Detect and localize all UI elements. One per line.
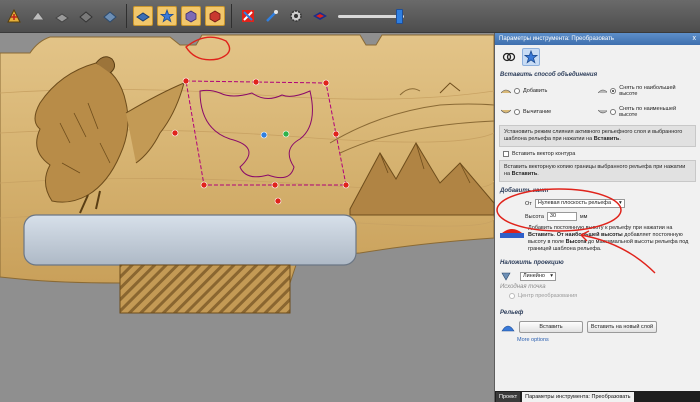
tab-project[interactable]: Проект bbox=[496, 392, 521, 402]
slider-thumb[interactable] bbox=[396, 9, 403, 24]
resize-handle[interactable] bbox=[252, 78, 260, 86]
toolbar-separator bbox=[126, 4, 127, 28]
star-icon[interactable] bbox=[157, 6, 177, 26]
relief-scene bbox=[0, 34, 494, 314]
center-handle[interactable] bbox=[260, 131, 268, 139]
resize-handle[interactable] bbox=[271, 181, 279, 189]
view-icon[interactable] bbox=[28, 6, 48, 26]
toggle-layer-icon[interactable] bbox=[133, 6, 153, 26]
split-icon[interactable] bbox=[238, 6, 258, 26]
tool-settings-panel: Параметры инструмента: Преобразовать x В… bbox=[494, 33, 700, 402]
red-arrow-line bbox=[580, 234, 656, 274]
resize-handle[interactable] bbox=[200, 181, 208, 189]
resize-handle[interactable] bbox=[171, 129, 179, 137]
diamond-icon[interactable] bbox=[310, 6, 330, 26]
gear-icon[interactable] bbox=[286, 6, 306, 26]
resize-handle[interactable] bbox=[322, 79, 330, 87]
rotate-handle[interactable] bbox=[274, 197, 282, 205]
red-annotation-overlay bbox=[496, 188, 656, 274]
relief-viewport[interactable] bbox=[0, 33, 494, 402]
panel-tabs: Проект Параметры инструмента: Преобразов… bbox=[495, 391, 700, 402]
stand-base bbox=[119, 264, 291, 314]
resize-handle[interactable] bbox=[332, 130, 340, 138]
iso-view-icon[interactable] bbox=[52, 6, 72, 26]
brush-icon[interactable] bbox=[262, 6, 282, 26]
resize-handle[interactable] bbox=[342, 181, 350, 189]
pan-icon[interactable] bbox=[4, 6, 24, 26]
cube-icon[interactable] bbox=[181, 6, 201, 26]
resize-handle[interactable] bbox=[182, 77, 190, 85]
main-toolbar bbox=[0, 0, 700, 33]
pivot-handle[interactable] bbox=[282, 130, 290, 138]
brightness-slider[interactable] bbox=[338, 9, 404, 24]
red-highlight-ellipse bbox=[496, 188, 622, 232]
top-view-icon[interactable] bbox=[100, 6, 120, 26]
red-cube-icon[interactable] bbox=[205, 6, 225, 26]
slider-track bbox=[338, 15, 404, 18]
tab-tool-settings[interactable]: Параметры инструмента: Преобразовать bbox=[522, 392, 634, 402]
cutout-slot bbox=[23, 214, 357, 266]
toolbar-separator bbox=[231, 4, 232, 28]
shaded-view-icon[interactable] bbox=[76, 6, 96, 26]
